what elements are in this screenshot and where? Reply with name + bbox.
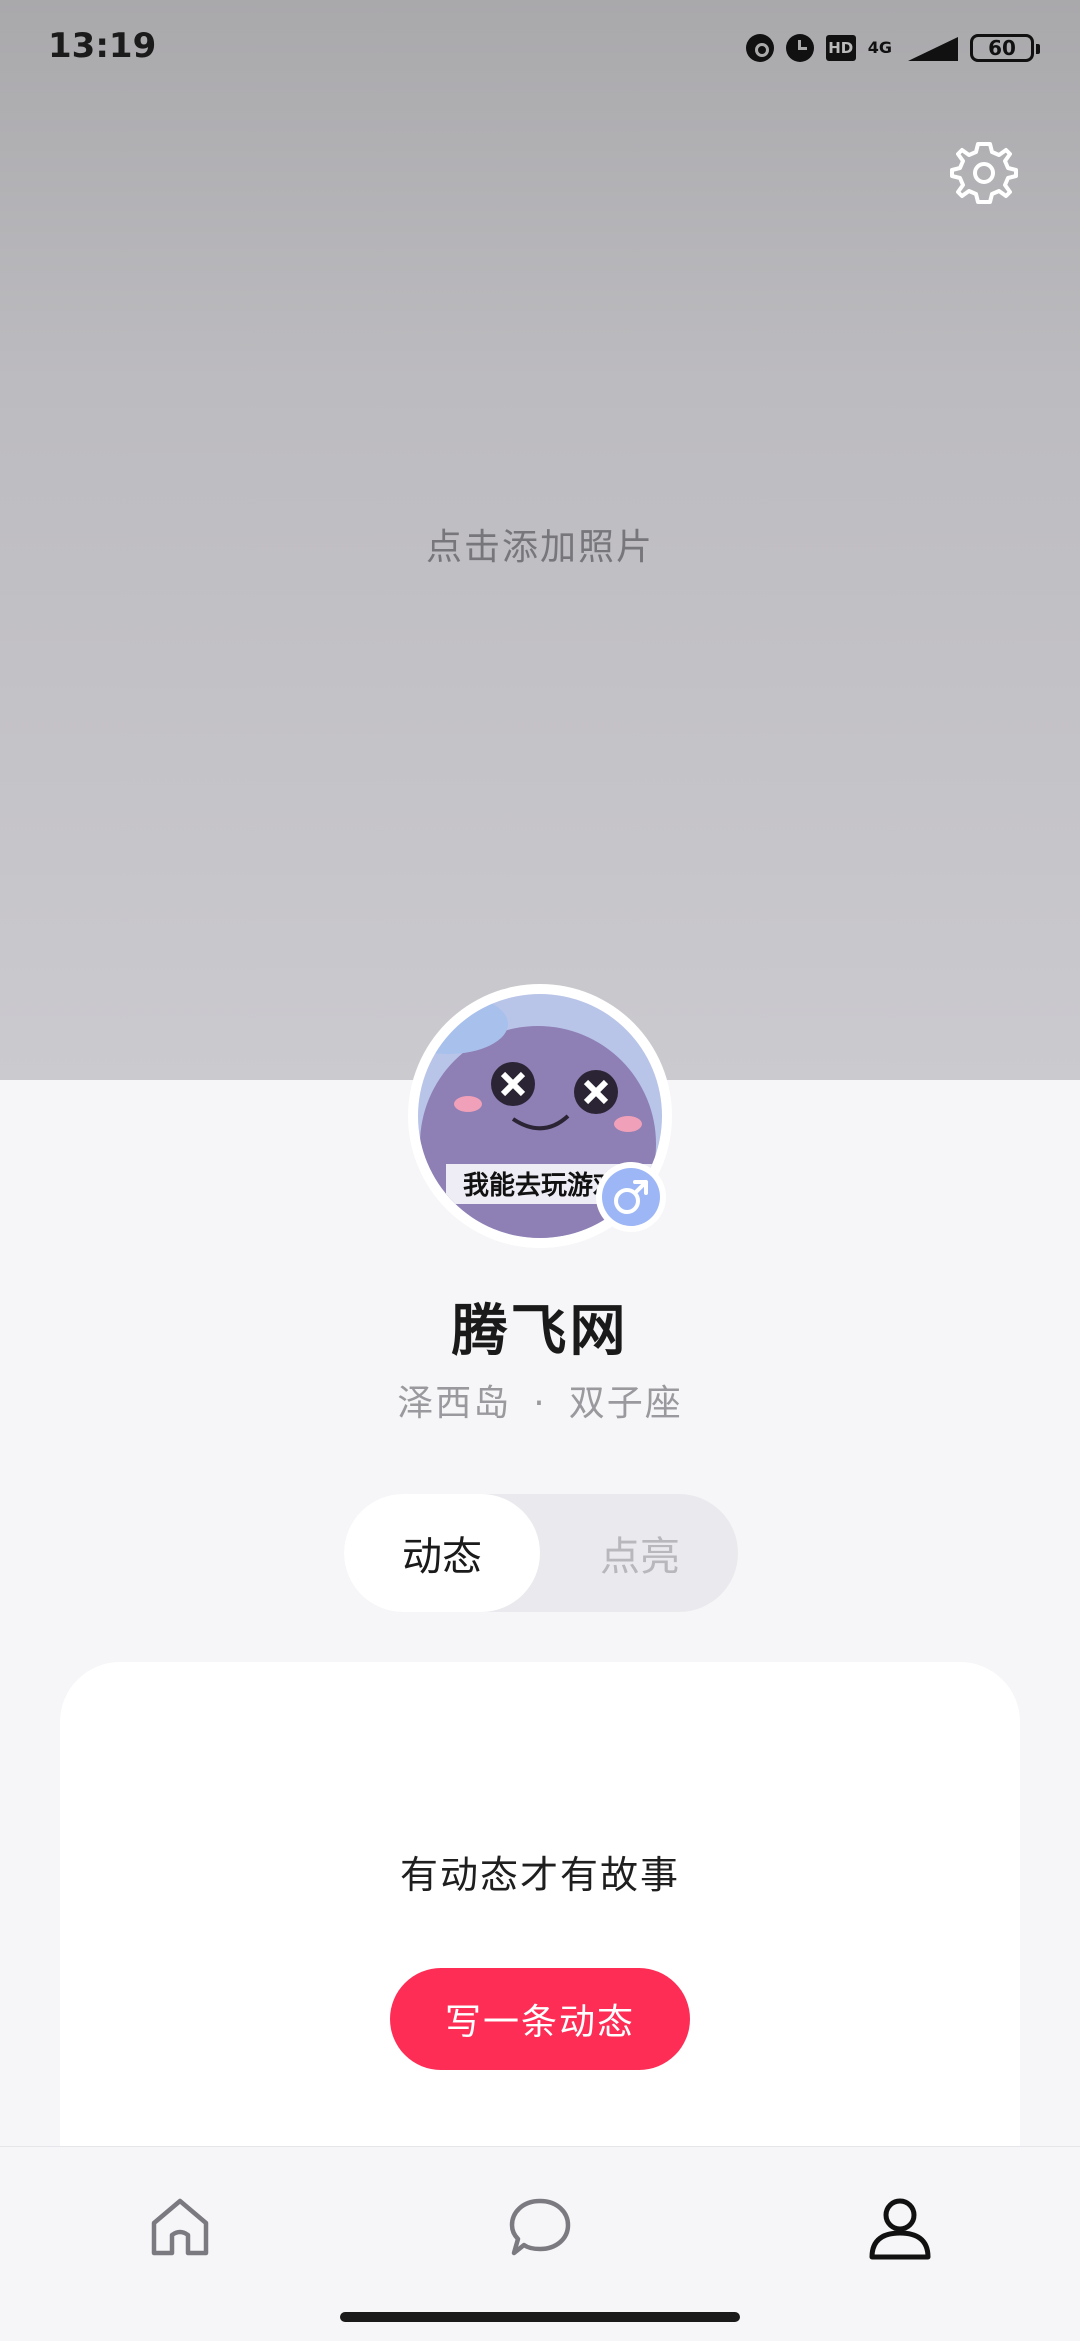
- settings-button[interactable]: [950, 138, 1018, 206]
- add-photo-hint[interactable]: 点击添加照片: [0, 518, 1080, 570]
- network-type-label: 4G: [867, 38, 892, 57]
- home-indicator[interactable]: [340, 2312, 740, 2322]
- hd-icon: HD: [825, 35, 856, 61]
- avatar[interactable]: 我能去玩游戏吗: [408, 984, 672, 1248]
- status-icons: HD 4G 60: [745, 28, 1040, 68]
- battery-icon: 60: [970, 34, 1040, 62]
- alarm-icon: [785, 34, 814, 62]
- feed-card: 有动态才有故事 写一条动态: [60, 1662, 1020, 2222]
- home-icon: [151, 2198, 209, 2256]
- username: 腾飞网: [451, 1299, 629, 1364]
- tab-posts[interactable]: 动态: [344, 1494, 540, 1612]
- zodiac-label: 双子座: [568, 1383, 683, 1424]
- tab-lightup[interactable]: 点亮: [542, 1494, 738, 1612]
- gear-icon: [950, 142, 1018, 204]
- empty-feed-text: 有动态才有故事: [399, 1853, 680, 1897]
- signal-icon: [904, 35, 958, 61]
- gender-badge: [596, 1162, 666, 1232]
- message-icon: [509, 2198, 571, 2256]
- nav-messages[interactable]: [500, 2187, 580, 2267]
- status-bar: 13:19 HD 4G 60: [0, 0, 1080, 96]
- profile-meta: 泽西岛 · 双子座: [0, 1374, 1080, 1426]
- meta-separator: ·: [533, 1383, 547, 1424]
- nav-profile[interactable]: [860, 2187, 940, 2267]
- nav-home[interactable]: [140, 2187, 220, 2267]
- beats-icon: [745, 34, 774, 62]
- write-post-button[interactable]: 写一条动态: [390, 1968, 690, 2070]
- status-time: 13:19: [48, 26, 157, 66]
- male-icon: [614, 1180, 648, 1214]
- location-label: 泽西岛: [397, 1383, 512, 1424]
- profile-tabs: 动态 点亮: [344, 1494, 738, 1612]
- profile-icon: [869, 2198, 931, 2260]
